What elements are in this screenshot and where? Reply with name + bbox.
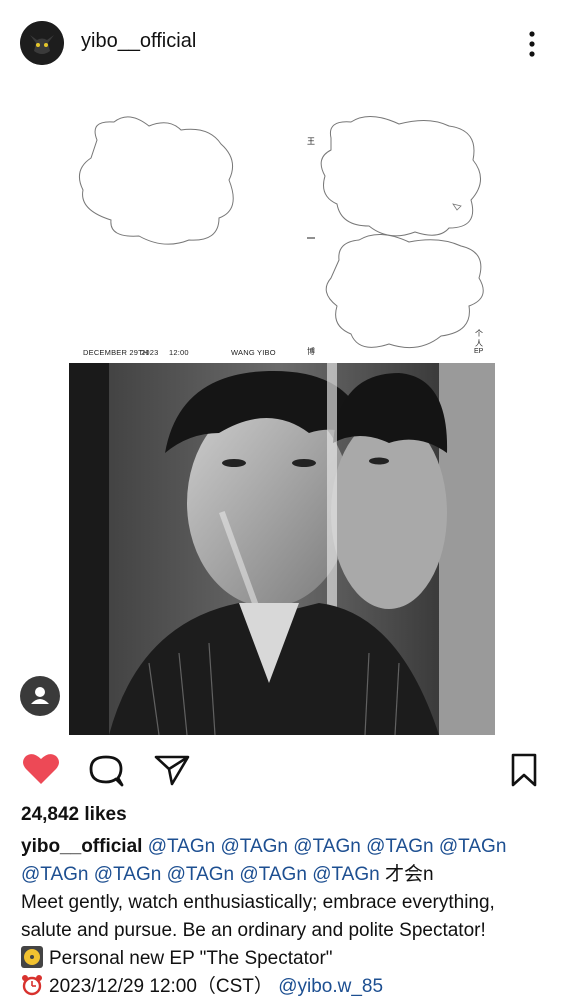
- caption-line-4: salute and pursue. Be an ordinary and po…: [21, 920, 486, 941]
- mention-link[interactable]: @TAGn: [312, 864, 380, 885]
- post-caption: yibo__official @TAGn @TAGn @TAGn @TAGn @…: [21, 833, 551, 1001]
- cd-emoji-icon: [21, 946, 43, 968]
- cover-year: 2023: [141, 348, 159, 357]
- caption-datetime: 2023/12/29 12:00（CST）: [49, 976, 273, 997]
- caption-suffix: 才会n: [384, 864, 434, 885]
- portrait-photo: [69, 363, 495, 735]
- portrait-illustration: [69, 363, 495, 735]
- caption-line-3: Meet gently, watch enthusiastically; emb…: [21, 892, 495, 913]
- cover-char-bo: 博: [307, 347, 315, 356]
- post-image[interactable]: 王 博 个 人 EP DECEMBER 29TH 2023 12:00 WANG…: [69, 100, 495, 735]
- bookmark-icon[interactable]: [510, 753, 538, 787]
- ep-title-artwork: [78, 116, 484, 349]
- avatar-cat-icon: [20, 21, 64, 65]
- header-username[interactable]: yibo__official: [81, 30, 196, 53]
- heart-icon[interactable]: [22, 752, 60, 786]
- mention-link[interactable]: @TAGn: [21, 864, 89, 885]
- mention-link[interactable]: @TAGn: [94, 864, 162, 885]
- mention-link[interactable]: @TAGn: [167, 864, 235, 885]
- comment-icon[interactable]: [88, 752, 124, 788]
- cover-time: 12:00: [169, 348, 189, 357]
- caption-line-6: 2023/12/29 12:00（CST） @yibo.w_85: [21, 973, 551, 1001]
- cover-char-wang: 王: [307, 137, 315, 146]
- mention-link[interactable]: @yibo.w_85: [278, 976, 383, 997]
- alarm-clock-icon: [22, 975, 42, 996]
- action-bar: [0, 748, 565, 792]
- like-count[interactable]: 24,842 likes: [21, 804, 127, 826]
- caption-line-5: Personal new EP "The Spectator": [21, 945, 551, 973]
- album-cover-title: 王 博 个 人 EP DECEMBER 29TH 2023 12:00 WANG…: [69, 100, 495, 363]
- caption-ep-text: Personal new EP "The Spectator": [49, 948, 333, 969]
- mention-link[interactable]: @TAGn: [221, 836, 289, 857]
- caption-author[interactable]: yibo__official: [21, 836, 142, 857]
- caption-line-2: @TAGn @TAGn @TAGn @TAGn @TAGn 才会n: [21, 861, 551, 889]
- mention-link[interactable]: @TAGn: [439, 836, 507, 857]
- person-icon: [31, 687, 49, 704]
- profile-avatar[interactable]: [20, 21, 64, 65]
- caption-line-1: yibo__official @TAGn @TAGn @TAGn @TAGn @…: [21, 833, 551, 861]
- share-icon[interactable]: [154, 754, 190, 786]
- cover-artist: WANG YIBO: [231, 348, 276, 357]
- mention-link[interactable]: @TAGn: [366, 836, 434, 857]
- post-header: yibo__official: [0, 0, 565, 86]
- cover-date: DECEMBER 29TH: [83, 348, 149, 357]
- cover-ep-label: EP: [474, 348, 484, 355]
- more-options-icon[interactable]: [526, 30, 538, 58]
- tagged-users-button[interactable]: [20, 676, 60, 716]
- mention-link[interactable]: @TAGn: [293, 836, 361, 857]
- mention-link[interactable]: @TAGn: [148, 836, 216, 857]
- mention-link[interactable]: @TAGn: [239, 864, 307, 885]
